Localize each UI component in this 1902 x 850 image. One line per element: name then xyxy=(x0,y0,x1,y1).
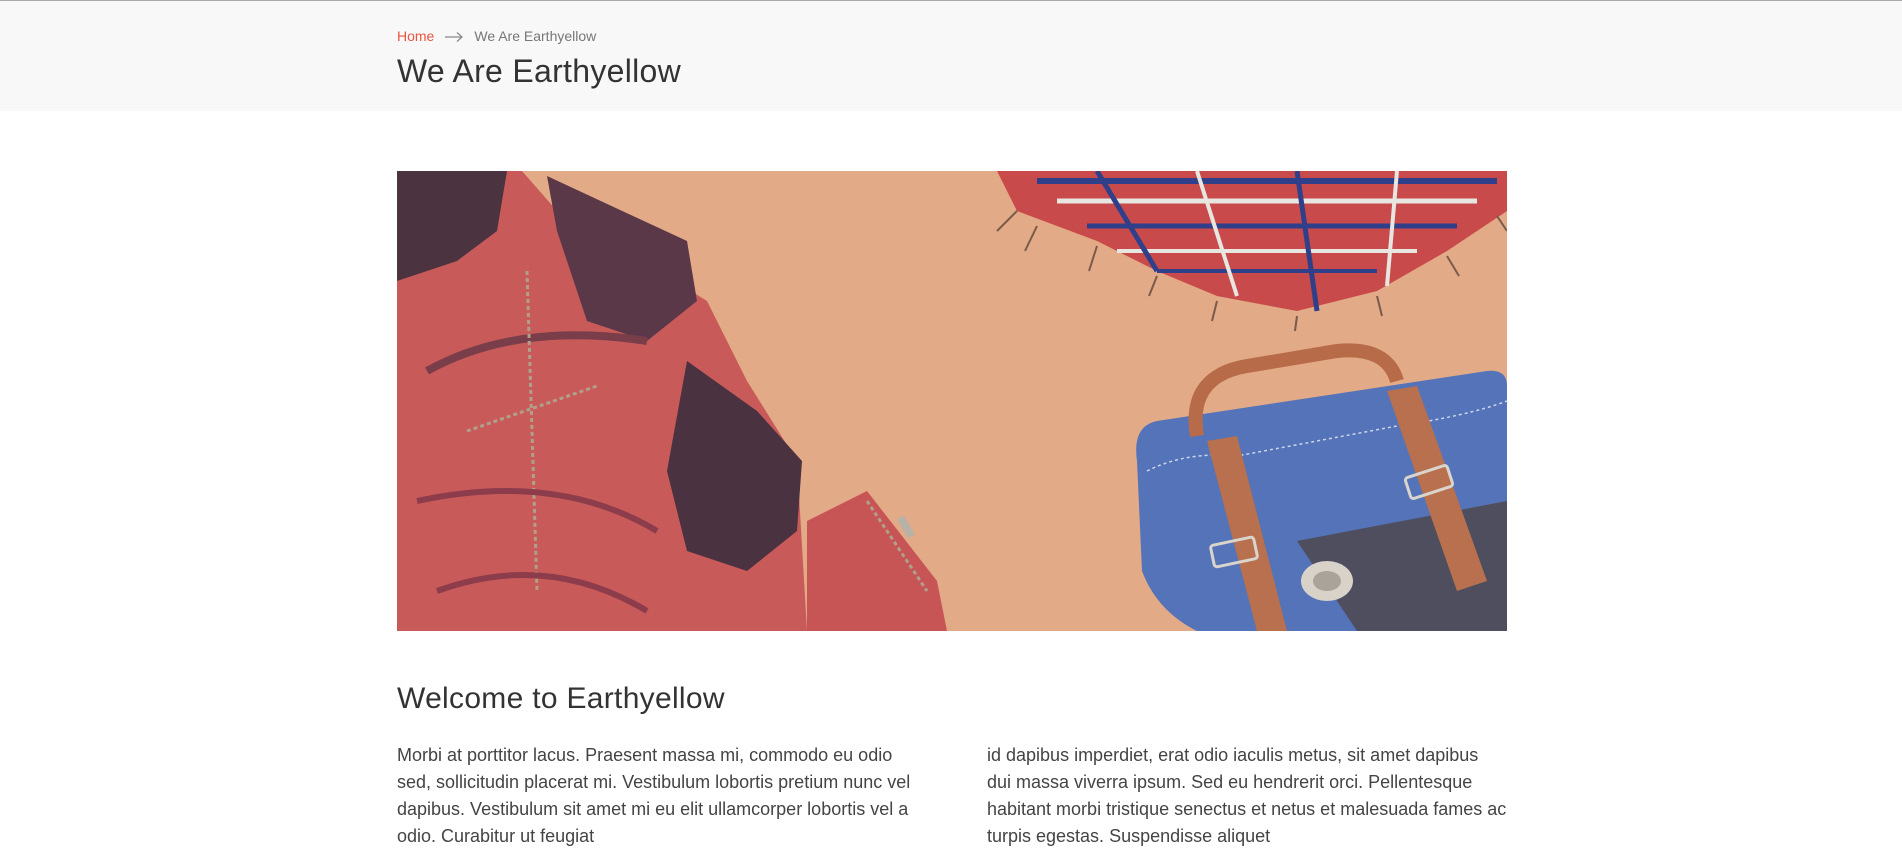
arrow-right-icon xyxy=(444,30,464,42)
page-title: We Are Earthyellow xyxy=(397,53,682,89)
breadcrumb: Home We Are Earthyellow xyxy=(397,28,1507,44)
intro-columns: Morbi at porttitor lacus. Praesent massa… xyxy=(397,742,1507,850)
intro-text-left: Morbi at porttitor lacus. Praesent massa… xyxy=(397,745,911,846)
intro-text-right: id dapibus imperdiet, erat odio iaculis … xyxy=(987,745,1507,846)
page-header: Home We Are Earthyellow We Are Earthyell… xyxy=(0,1,1902,111)
breadcrumb-home-link[interactable]: Home xyxy=(397,28,434,44)
fashion-flatlay-image xyxy=(397,171,1507,631)
welcome-heading: Welcome to Earthyellow xyxy=(397,682,725,715)
breadcrumb-current: We Are Earthyellow xyxy=(474,28,597,44)
